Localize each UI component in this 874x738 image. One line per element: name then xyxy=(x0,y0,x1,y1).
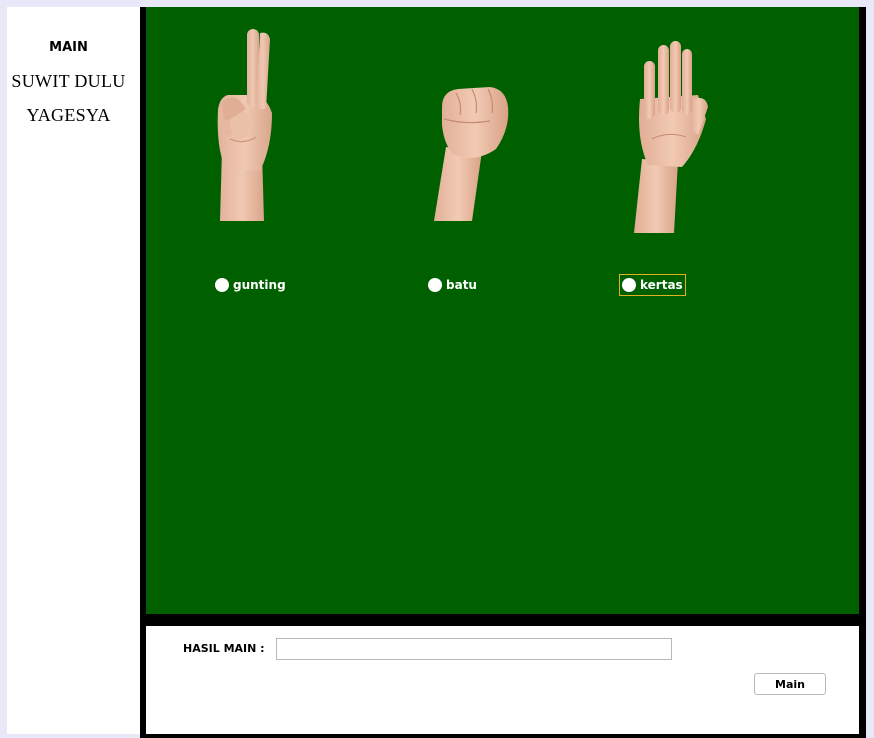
option-gunting[interactable]: gunting xyxy=(213,274,288,296)
menu-label-main[interactable]: MAIN xyxy=(7,40,130,55)
result-label: HASIL MAIN : xyxy=(183,642,265,655)
option-gunting-label: gunting xyxy=(233,278,286,292)
radio-batu[interactable] xyxy=(428,278,442,292)
paper-palm-icon xyxy=(632,39,712,233)
scissors-hand-icon xyxy=(216,29,276,221)
game-panel xyxy=(146,7,859,614)
option-kertas-label: kertas xyxy=(640,278,683,292)
option-kertas[interactable]: kertas xyxy=(619,274,686,296)
app-title-line2: YAGESYA xyxy=(26,105,111,125)
option-batu-label: batu xyxy=(446,278,477,292)
option-batu[interactable]: batu xyxy=(426,274,479,296)
radio-kertas[interactable] xyxy=(622,278,636,292)
radio-gunting[interactable] xyxy=(215,278,229,292)
rock-fist-icon xyxy=(432,85,512,221)
app-title-line1: SUWIT DULU xyxy=(11,71,126,91)
sidebar: MAIN SUWIT DULU YAGESYA xyxy=(7,7,140,734)
play-button[interactable]: Main xyxy=(754,673,826,695)
result-field[interactable] xyxy=(276,638,672,660)
